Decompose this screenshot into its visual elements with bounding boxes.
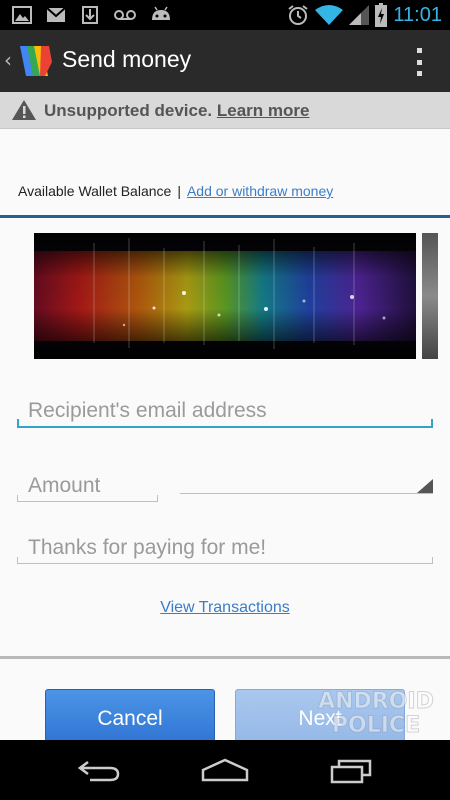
back-icon[interactable] (78, 758, 122, 784)
payment-card-image[interactable] (34, 233, 416, 359)
next-card-preview[interactable] (422, 233, 438, 359)
battery-icon (375, 3, 388, 27)
send-money-form: Available Wallet Balance | Add or withdraw… (0, 129, 450, 745)
alarm-icon (288, 5, 309, 25)
amount-field-tick-right (157, 495, 158, 501)
cancel-button[interactable]: Cancel (45, 689, 215, 745)
view-transactions-link[interactable]: View Transactions (0, 599, 450, 617)
amount-field-underline (17, 501, 158, 502)
currency-spinner[interactable] (180, 493, 433, 494)
download-icon (82, 6, 98, 24)
amount-input[interactable]: Amount (28, 474, 100, 498)
button-bar-divider (0, 656, 450, 659)
recipient-email-input[interactable]: Recipient's email address (28, 399, 267, 423)
email-field-tick-right (431, 419, 433, 427)
action-bar: ‹ Send money (0, 30, 450, 92)
signal-icon (349, 5, 370, 25)
learn-more-link[interactable]: Learn more (217, 101, 310, 120)
watermark-line-1: ANDROID (318, 689, 434, 714)
status-bar: 11:01 (0, 0, 450, 30)
gmail-icon (46, 7, 66, 22)
google-wallet-logo[interactable] (18, 42, 54, 80)
divider (0, 215, 450, 218)
warning-text: Unsupported device. (44, 101, 213, 120)
home-icon[interactable] (201, 758, 249, 784)
navigation-bar (0, 740, 450, 800)
add-withdraw-money-link[interactable]: Add or withdraw money (187, 183, 333, 199)
voicemail-icon (114, 10, 136, 20)
unsupported-device-banner: Unsupported device. Learn more (0, 92, 450, 129)
balance-separator: | (177, 183, 181, 199)
clock-time: 11:01 (393, 3, 442, 26)
android-police-watermark: ANDROID POLICE (318, 689, 435, 739)
email-field-tick-left (17, 419, 19, 427)
page-title: Send money (62, 46, 192, 72)
recent-apps-icon[interactable] (330, 758, 374, 784)
memo-field-underline (17, 563, 433, 564)
chevron-left-icon[interactable]: ‹ (4, 48, 12, 72)
memo-field-tick-right (432, 557, 433, 563)
dropdown-triangle-icon[interactable] (417, 479, 433, 493)
overflow-menu-icon[interactable] (414, 48, 424, 76)
android-icon (152, 6, 170, 20)
wallet-balance-label: Available Wallet Balance (18, 183, 172, 199)
watermark-line-2: POLICE (332, 713, 420, 738)
wifi-icon (315, 5, 344, 25)
warning-icon (12, 100, 36, 120)
memo-field-tick-left (17, 557, 18, 563)
memo-input[interactable]: Thanks for paying for me! (28, 536, 266, 560)
picture-icon (12, 6, 32, 24)
email-field-underline (17, 426, 433, 428)
amount-field-tick-left (17, 495, 18, 501)
wallet-balance-row: Available Wallet Balance | Add or withdraw… (18, 183, 333, 199)
